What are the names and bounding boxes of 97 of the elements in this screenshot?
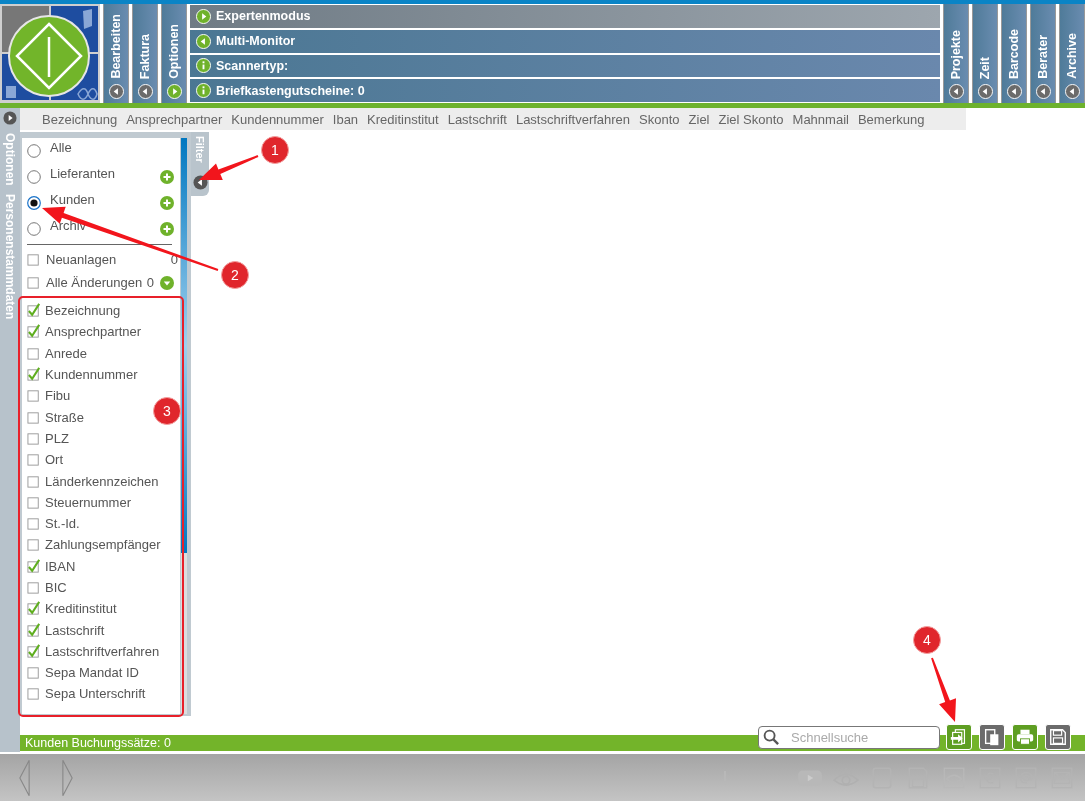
callout-number: 3 [153,397,181,425]
checkbox[interactable] [27,643,42,659]
column-header[interactable]: Ansprechpartner [126,111,223,127]
vertical-tab[interactable]: Bearbeiten [103,4,129,103]
plus-icon[interactable] [160,170,174,184]
dropdown-icon[interactable] [160,275,174,290]
checkbox-label: Lastschrift [45,622,105,638]
checkbox[interactable] [27,537,42,553]
checkbox-label: PLZ [45,430,69,446]
callout-number: 1 [261,136,289,164]
status-text: Kunden Buchungssätze: 0 [25,736,171,750]
search-icon [763,728,780,746]
checkbox[interactable] [27,686,42,702]
copy-button[interactable] [979,724,1005,750]
checkbox-label: Länderkennzeichen [45,473,159,489]
column-header[interactable]: Lastschrift [447,111,507,127]
checkbox-label: Zahlungsempfänger [45,537,161,553]
info-icon [196,83,211,99]
checkbox[interactable] [27,409,42,425]
checkbox-label: Bezeichnung [45,303,121,319]
vertical-tab[interactable]: Barcode [1001,4,1027,103]
column-header[interactable]: Skonto [639,111,680,127]
checkbox-label: St.-Id. [45,516,80,532]
checkbox[interactable] [27,601,42,617]
previous-icon[interactable] [18,757,31,798]
radio-button[interactable] [27,222,41,236]
column-header[interactable]: Mahnmail [792,111,849,127]
checkbox[interactable] [27,516,42,532]
column-header[interactable]: Bemerkung [857,111,925,127]
checkbox[interactable] [27,275,42,290]
radio-label: Archiv [50,217,88,233]
column-header[interactable]: Ziel [688,111,710,127]
checkbox-label: Lastschriftverfahren [45,643,160,659]
checkbox[interactable] [27,665,42,681]
callout-number: 4 [913,626,941,654]
vertical-tab[interactable]: Zeit [972,4,998,103]
checkbox[interactable] [27,558,42,574]
checkbox-label: Alle Änderungen [46,275,143,290]
column-header[interactable]: Bezeichnung [42,111,118,127]
checkbox-label: Anrede [45,345,87,361]
radio-button[interactable] [27,196,41,210]
callout-number: 2 [221,261,249,289]
menu-row[interactable]: Briefkastengutscheine: 0 [190,79,940,102]
next-icon[interactable] [61,757,74,798]
search-field[interactable]: Schnellsuche [758,725,940,749]
menu-row[interactable]: Expertenmodus [190,5,940,28]
checkbox-label: Steuernummer [45,494,131,510]
plus-icon[interactable] [160,222,174,236]
checkbox-label: Kundennummer [45,367,138,383]
checkbox-label: Sepa Unterschrift [45,686,146,702]
checkbox[interactable] [27,580,42,595]
checkbox[interactable] [27,324,42,340]
count-label: 0 [146,275,154,290]
checkbox-label: Ansprechpartner [45,324,142,340]
column-header[interactable]: Lastschriftverfahren [515,111,631,127]
save-button[interactable] [1045,724,1071,750]
logo-icon[interactable] [0,4,100,103]
vertical-tab[interactable]: Optionen [161,4,187,103]
scrollbar[interactable] [181,138,187,714]
column-header[interactable]: Iban [332,111,359,127]
radio-button[interactable] [27,144,41,158]
checkbox[interactable] [27,622,42,638]
vertical-tab[interactable]: Faktura [132,4,158,103]
radio-label: Kunden [50,191,96,207]
checkbox[interactable] [27,367,42,383]
checkbox-label: Sepa Mandat ID [45,665,139,681]
checkbox[interactable] [27,452,42,468]
checkbox-label: Straße [45,409,84,425]
radio-label: Lieferanten [50,165,117,181]
checkbox-label: Fibu [45,388,71,404]
print-button[interactable] [1012,724,1038,750]
vertical-tab[interactable]: Archive [1059,4,1085,103]
export-button[interactable] [946,724,972,750]
vertical-tab[interactable]: Berater [1030,4,1056,103]
menu-row[interactable]: Scannertyp: [190,54,940,78]
checkbox[interactable] [27,494,42,510]
annotation-arrow [931,657,956,722]
checkbox[interactable] [27,430,42,446]
column-header[interactable]: Kundennummer [231,111,324,127]
radio-label: Alle [50,139,73,155]
menu-row[interactable]: Multi-Monitor [190,29,940,53]
checkbox-label: BIC [45,580,67,595]
vertical-tab[interactable]: Projekte [943,4,969,103]
radio-button[interactable] [27,170,41,184]
checkbox[interactable] [27,388,42,404]
info-icon [196,58,211,74]
column-header[interactable]: Ziel Skonto [718,111,784,127]
plus-icon[interactable] [160,196,174,210]
checkbox[interactable] [27,252,42,267]
checkbox[interactable] [27,303,42,319]
checkbox[interactable] [27,345,42,361]
checkbox-label: IBAN [45,558,76,574]
column-header[interactable]: Kreditinstitut [367,111,439,127]
checkbox-label: Kreditinstitut [45,601,117,617]
checkbox[interactable] [27,473,42,489]
checkbox-label: Ort [45,452,64,468]
checkbox-label: Neuanlagen [46,252,117,267]
